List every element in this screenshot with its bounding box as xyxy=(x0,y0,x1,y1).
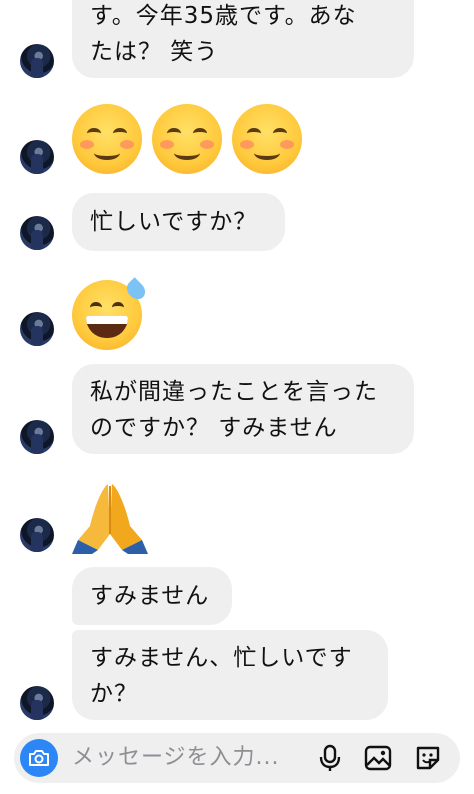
message-bubble[interactable]: 私が間違ったことを言った のですか？ すみません xyxy=(72,364,414,454)
smiling-face-emoji-icon xyxy=(152,104,222,174)
avatar[interactable] xyxy=(20,312,54,346)
camera-icon xyxy=(29,750,49,766)
message-row: すみません xyxy=(0,566,474,626)
avatar[interactable] xyxy=(20,420,54,454)
message-composer: メッセージを入力... xyxy=(14,733,460,783)
microphone-icon[interactable] xyxy=(316,744,344,772)
image-icon[interactable] xyxy=(364,744,392,772)
message-row: 忙しいですか？ xyxy=(0,190,474,251)
message-input[interactable]: メッセージを入力... xyxy=(72,733,280,783)
avatar[interactable] xyxy=(20,140,54,174)
emoji-message[interactable] xyxy=(72,277,149,350)
message-row: すみません、忙しいです か？ xyxy=(0,630,474,722)
emoji-message[interactable] xyxy=(72,104,302,174)
message-bubble[interactable]: 忙しいですか？ xyxy=(72,193,285,251)
message-row: 私が間違ったことを言った のですか？ すみません xyxy=(0,362,474,456)
camera-button[interactable] xyxy=(20,739,58,777)
message-row xyxy=(0,100,474,180)
avatar[interactable] xyxy=(20,686,54,720)
smiling-face-emoji-icon xyxy=(232,104,302,174)
message-bubble[interactable]: す。今年35歳です。あな たは？ 笑う xyxy=(72,0,414,78)
avatar[interactable] xyxy=(20,518,54,552)
grinning-face-with-sweat-emoji-icon xyxy=(72,277,149,350)
message-bubble[interactable]: すみません、忙しいです か？ xyxy=(72,630,388,720)
message-row xyxy=(0,472,474,556)
folded-hands-emoji-icon[interactable] xyxy=(72,478,148,554)
message-bubble[interactable]: すみません xyxy=(72,567,232,625)
smiling-face-emoji-icon xyxy=(72,104,142,174)
sticker-icon[interactable] xyxy=(414,744,442,772)
avatar[interactable] xyxy=(20,216,54,250)
message-row: す。今年35歳です。あな たは？ 笑う xyxy=(0,0,474,80)
avatar[interactable] xyxy=(20,44,54,78)
message-row xyxy=(0,272,474,352)
